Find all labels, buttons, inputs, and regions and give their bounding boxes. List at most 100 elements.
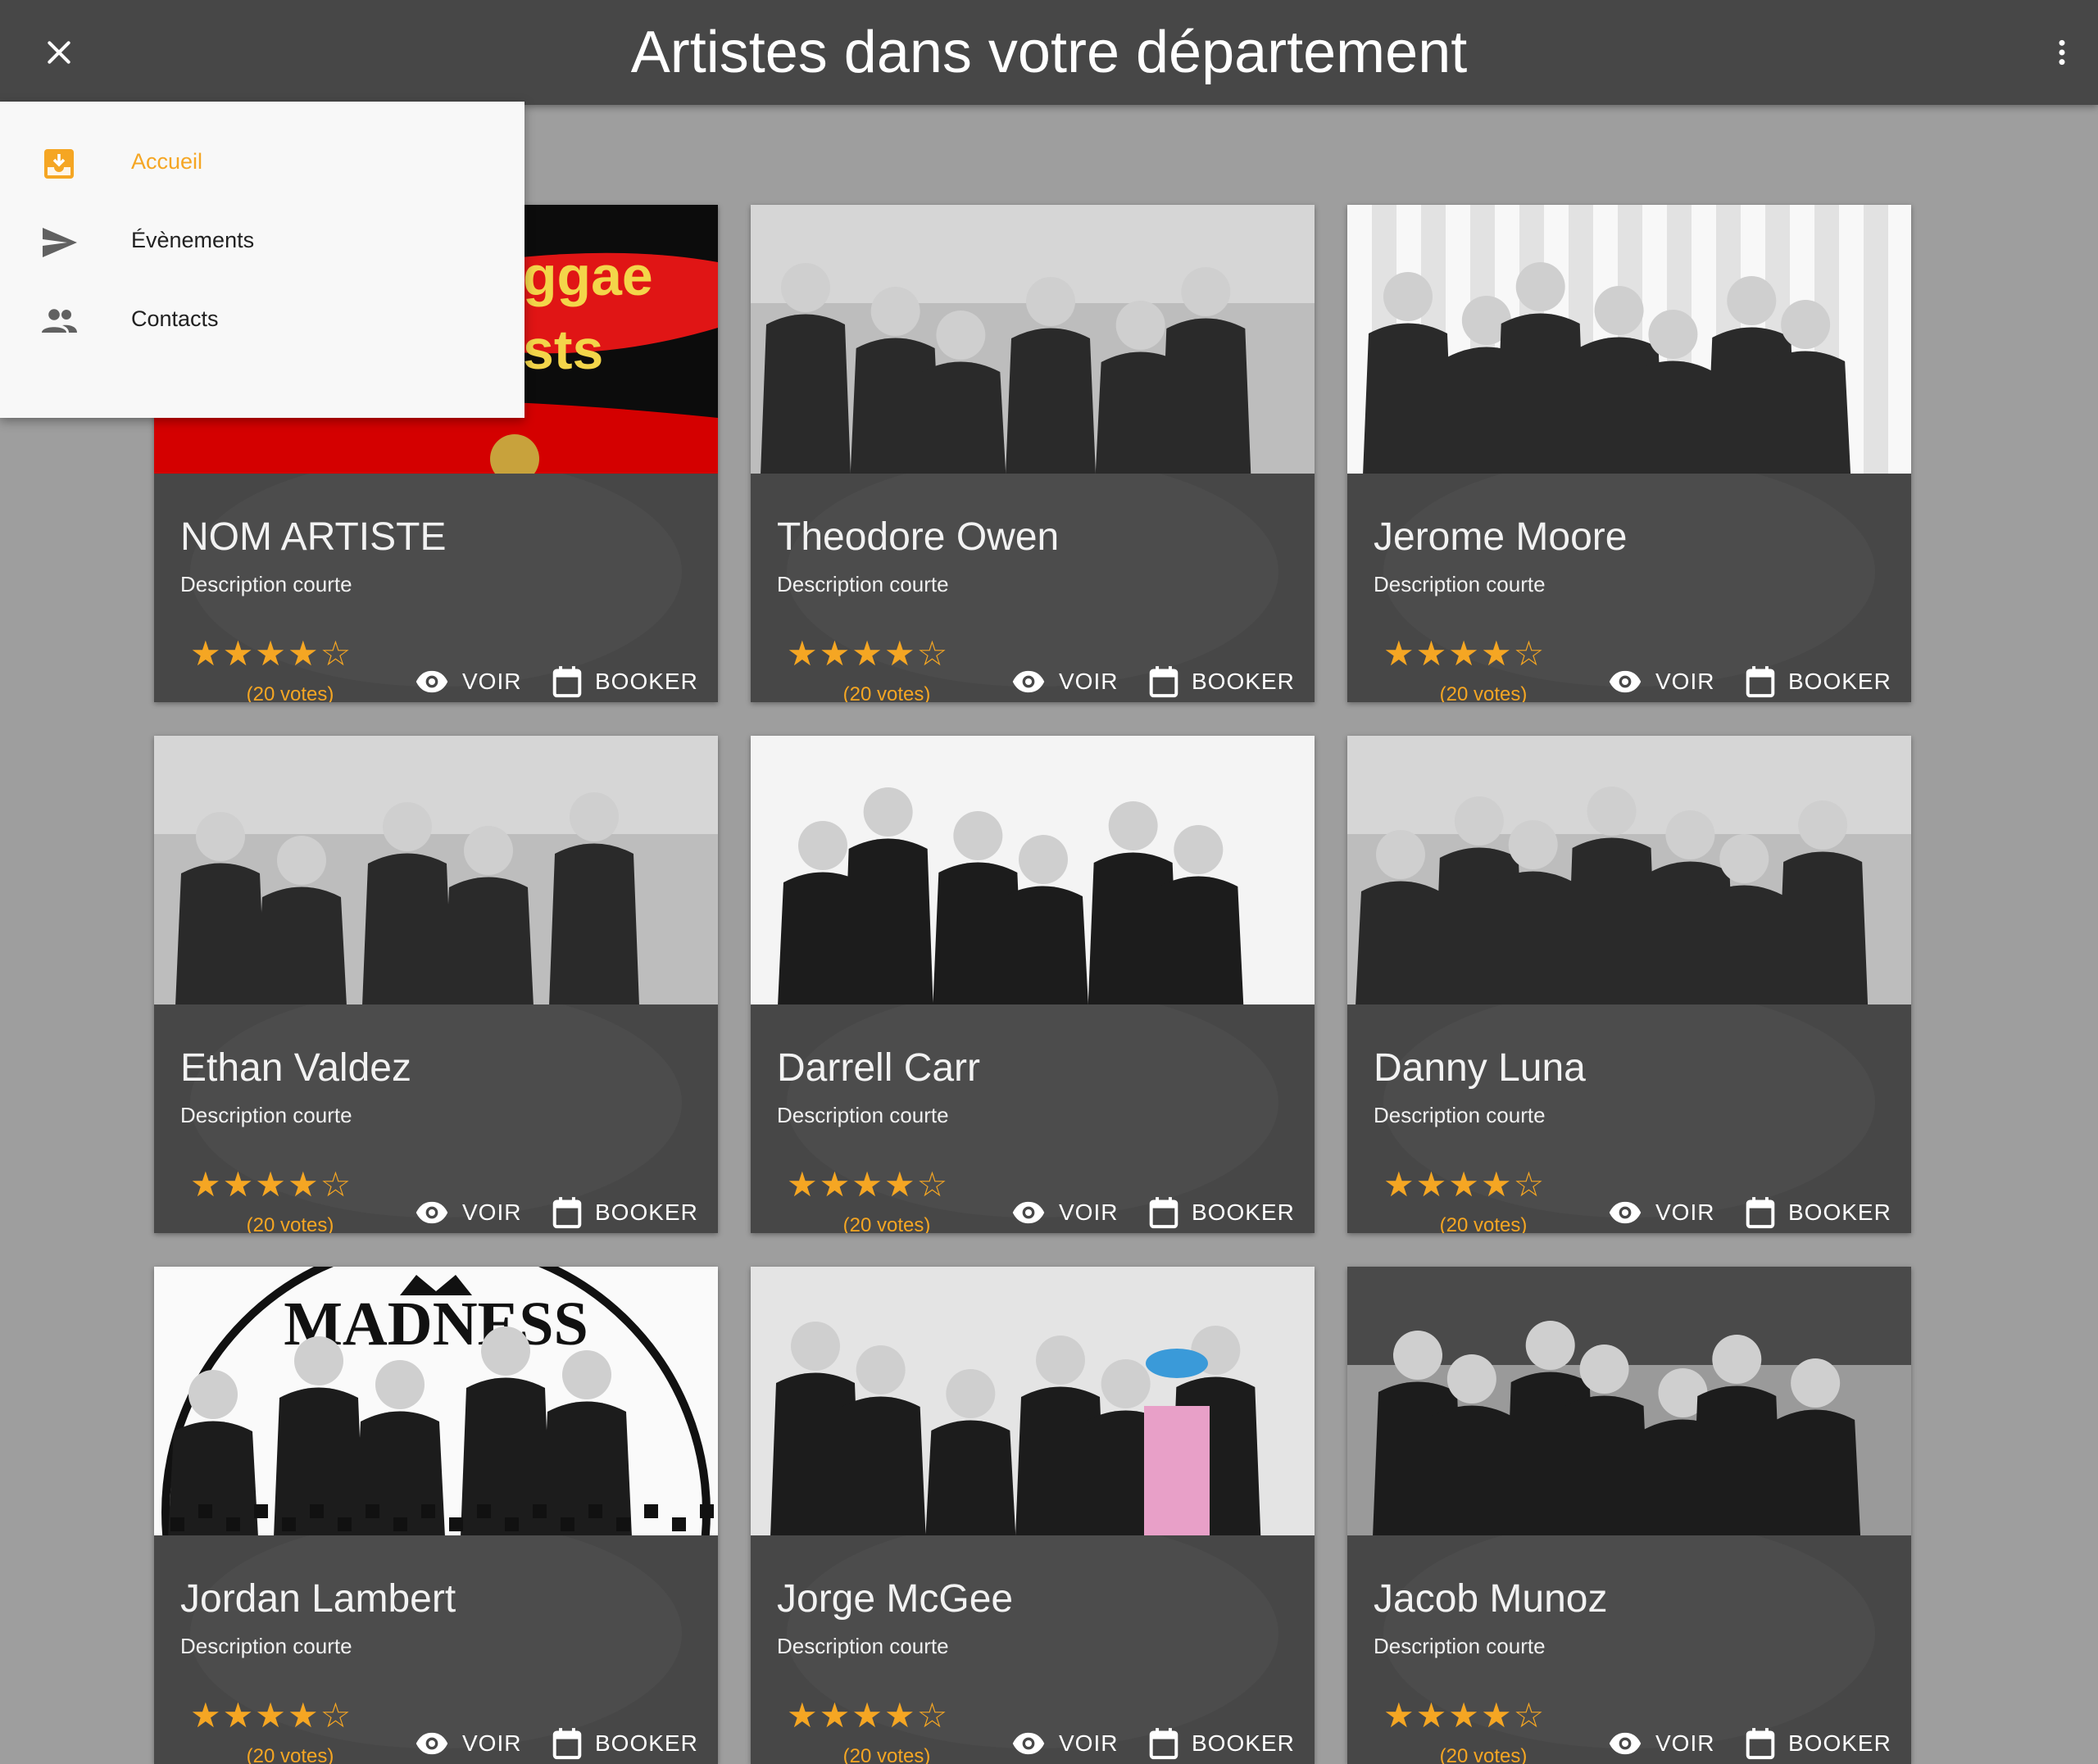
star-rating-icons: ★★★★☆ xyxy=(787,1165,950,1204)
artist-photo xyxy=(751,1267,1315,1535)
artist-card[interactable]: Jacob Munoz Description courte ★★★★☆ (20… xyxy=(1347,1267,1911,1764)
calendar-icon xyxy=(1746,1197,1775,1229)
rating-stars[interactable]: ★★★★☆ xyxy=(190,636,352,672)
voir-button[interactable]: VOIR xyxy=(415,1191,521,1233)
artist-photo xyxy=(751,736,1315,1004)
more-options-button[interactable] xyxy=(2036,26,2088,79)
people-icon xyxy=(42,309,77,333)
booker-button[interactable]: BOOKER xyxy=(552,660,698,702)
rating-stars[interactable]: ★★★★☆ xyxy=(1383,636,1546,672)
booker-label: BOOKER xyxy=(1788,669,1891,694)
artist-photo-art xyxy=(1347,205,1911,474)
voir-label: VOIR xyxy=(1655,669,1715,694)
artist-name: Theodore Owen xyxy=(777,515,1060,559)
voir-label: VOIR xyxy=(1655,1730,1715,1756)
artist-photo xyxy=(1347,205,1911,474)
voir-button[interactable]: VOIR xyxy=(415,1722,521,1764)
booker-button[interactable]: BOOKER xyxy=(1746,1191,1891,1233)
rating-stars[interactable]: ★★★★☆ xyxy=(787,636,949,672)
artist-photo-art xyxy=(1347,736,1911,1004)
booker-button[interactable]: BOOKER xyxy=(1149,1191,1295,1233)
voir-label: VOIR xyxy=(462,1730,522,1756)
voir-button[interactable]: VOIR xyxy=(415,660,521,702)
artist-card[interactable]: MADNESS Jordan Lambert Description court… xyxy=(154,1267,718,1764)
star-rating-icons: ★★★★☆ xyxy=(787,634,950,673)
rating-stars[interactable]: ★★★★☆ xyxy=(787,1698,949,1734)
artist-description: Description courte xyxy=(777,1103,949,1127)
booker-label: BOOKER xyxy=(1192,1199,1295,1225)
booker-button[interactable]: BOOKER xyxy=(1149,1722,1295,1764)
star-rating-icons: ★★★★☆ xyxy=(1383,634,1546,673)
rating-stars[interactable]: ★★★★☆ xyxy=(787,1167,949,1203)
app-bar: Artistes dans votre département xyxy=(0,0,2098,105)
artist-description: Description courte xyxy=(1374,1634,1546,1658)
artist-photo xyxy=(154,736,718,1004)
artist-card[interactable]: Jerome Moore Description courte ★★★★☆ (2… xyxy=(1347,205,1911,702)
booker-button[interactable]: BOOKER xyxy=(1746,660,1891,702)
star-rating-icons: ★★★★☆ xyxy=(190,1165,353,1204)
artist-photo-art xyxy=(751,736,1315,1004)
star-rating-icons: ★★★★☆ xyxy=(1383,1696,1546,1735)
rating-stars[interactable]: ★★★★☆ xyxy=(1383,1167,1546,1203)
voir-button[interactable]: VOIR xyxy=(1011,1191,1118,1233)
booker-button[interactable]: BOOKER xyxy=(552,1722,698,1764)
booker-button[interactable]: BOOKER xyxy=(1746,1722,1891,1764)
drawer-item-evenements[interactable]: Évènements xyxy=(0,203,524,282)
artist-description: Description courte xyxy=(1374,1103,1546,1127)
artist-description: Description courte xyxy=(180,1103,352,1127)
card-content: Jorge McGee Description courte ★★★★☆ (20… xyxy=(751,1535,1315,1764)
more-vert-icon xyxy=(2059,39,2065,66)
voir-button[interactable]: VOIR xyxy=(1011,1722,1118,1764)
artist-photo-art xyxy=(1347,1267,1911,1535)
calendar-icon xyxy=(1746,666,1775,698)
artist-card[interactable]: Theodore Owen Description courte ★★★★☆ (… xyxy=(751,205,1315,702)
card-content: Jordan Lambert Description courte ★★★★☆ … xyxy=(154,1535,718,1764)
eye-icon xyxy=(1012,670,1045,693)
artist-name: Jorge McGee xyxy=(777,1577,1014,1621)
booker-button[interactable]: BOOKER xyxy=(1149,660,1295,702)
votes-count: (20 votes) xyxy=(246,1745,334,1764)
rating-stars[interactable]: ★★★★☆ xyxy=(190,1167,352,1203)
nav-drawer: Accueil Évènements Contacts xyxy=(0,102,524,418)
booker-label: BOOKER xyxy=(595,669,698,694)
page-title: Artistes dans votre département xyxy=(630,20,1468,85)
rating-stars[interactable]: ★★★★☆ xyxy=(1383,1698,1546,1734)
votes-count: (20 votes) xyxy=(842,683,931,702)
voir-label: VOIR xyxy=(462,669,522,694)
calendar-icon xyxy=(1149,1728,1178,1760)
card-content: Ethan Valdez Description courte ★★★★☆ (2… xyxy=(154,1004,718,1233)
drawer-item-contacts[interactable]: Contacts xyxy=(0,282,524,361)
votes-count: (20 votes) xyxy=(1439,1214,1528,1233)
artist-photo-art xyxy=(751,205,1315,474)
artist-card[interactable]: Darrell Carr Description courte ★★★★☆ (2… xyxy=(751,736,1315,1233)
votes-count: (20 votes) xyxy=(1439,1745,1528,1764)
calendar-icon xyxy=(1746,1728,1775,1760)
artist-description: Description courte xyxy=(180,572,352,596)
artist-card[interactable]: Ethan Valdez Description courte ★★★★☆ (2… xyxy=(154,736,718,1233)
voir-label: VOIR xyxy=(1059,1199,1119,1225)
artist-description: Description courte xyxy=(777,1634,949,1658)
artist-name: NOM ARTISTE xyxy=(180,515,447,559)
voir-label: VOIR xyxy=(1655,1199,1715,1225)
artist-name: Jacob Munoz xyxy=(1374,1577,1608,1621)
voir-button[interactable]: VOIR xyxy=(1608,1191,1714,1233)
votes-count: (20 votes) xyxy=(842,1214,931,1233)
voir-button[interactable]: VOIR xyxy=(1608,660,1714,702)
artist-name: Darrell Carr xyxy=(777,1046,981,1090)
artist-description: Description courte xyxy=(777,572,949,596)
artist-photo-art xyxy=(751,1267,1315,1535)
booker-label: BOOKER xyxy=(595,1730,698,1756)
artist-photo-art: MADNESS xyxy=(154,1267,718,1535)
artist-card[interactable]: Danny Luna Description courte ★★★★☆ (20 … xyxy=(1347,736,1911,1233)
artist-description: Description courte xyxy=(1374,572,1546,596)
card-content: Darrell Carr Description courte ★★★★☆ (2… xyxy=(751,1004,1315,1233)
voir-button[interactable]: VOIR xyxy=(1011,660,1118,702)
voir-label: VOIR xyxy=(1059,1730,1119,1756)
booker-button[interactable]: BOOKER xyxy=(552,1191,698,1233)
artist-card[interactable]: Jorge McGee Description courte ★★★★☆ (20… xyxy=(751,1267,1315,1764)
votes-count: (20 votes) xyxy=(246,683,334,702)
drawer-item-accueil[interactable]: Accueil xyxy=(0,125,524,203)
voir-button[interactable]: VOIR xyxy=(1608,1722,1714,1764)
rating-stars[interactable]: ★★★★☆ xyxy=(190,1698,352,1734)
votes-count: (20 votes) xyxy=(1439,683,1528,702)
